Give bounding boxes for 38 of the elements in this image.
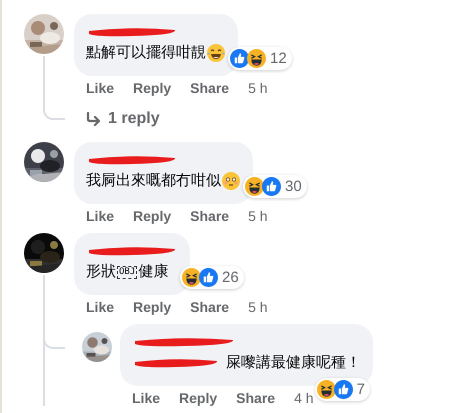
action-link[interactable]: Like: [86, 208, 114, 224]
reaction-summary[interactable]: 7: [314, 378, 370, 401]
laughing-tears-icon: [206, 43, 226, 63]
action-link[interactable]: Reply: [133, 299, 172, 315]
thumbs-up-icon: [230, 49, 249, 68]
reply-arrow-icon: [86, 112, 102, 126]
action-link[interactable]: Like: [132, 390, 160, 406]
action-link[interactable]: Like: [86, 80, 114, 96]
timestamp-link[interactable]: 5 h: [248, 208, 268, 224]
timestamp-link[interactable]: 5 h: [248, 299, 268, 315]
comment-text: OBJ: [117, 266, 138, 278]
action-link[interactable]: Reply: [133, 80, 172, 96]
laughing-face-icon: [316, 380, 336, 399]
timestamp-link[interactable]: 4 h: [294, 390, 314, 406]
laughing-face-icon: [182, 268, 201, 287]
thumbs-up-icon: [262, 177, 281, 196]
action-link[interactable]: Share: [190, 80, 230, 96]
action-link[interactable]: Reply: [179, 390, 218, 406]
thumbs-up-icon: [334, 380, 353, 399]
action-link[interactable]: Like: [86, 299, 114, 315]
reaction-summary[interactable]: 30: [243, 175, 307, 198]
uneasy-face-icon: [221, 171, 241, 191]
action-link[interactable]: Share: [190, 299, 230, 315]
action-link[interactable]: Reply: [133, 208, 172, 224]
action-link[interactable]: Share: [190, 208, 230, 224]
laughing-face-icon: [245, 177, 264, 196]
comment-text: 點解可以擺得咁靚: [86, 43, 206, 63]
view-replies-link[interactable]: 1 reply: [74, 105, 457, 133]
laughing-face-icon: [247, 49, 266, 68]
comment-text: 屎嚟講最健康呢種！: [226, 353, 361, 373]
timestamp-link[interactable]: 5 h: [248, 80, 268, 96]
comment-text: 我屙出來嘅都冇咁似: [86, 171, 221, 191]
action-link[interactable]: Share: [236, 390, 276, 406]
comment-text: 健康: [138, 262, 168, 282]
comment-text: 形狀: [86, 262, 116, 282]
thumbs-up-icon: [199, 268, 218, 287]
reaction-summary[interactable]: 26: [180, 266, 244, 289]
reaction-summary[interactable]: 12: [228, 47, 292, 70]
